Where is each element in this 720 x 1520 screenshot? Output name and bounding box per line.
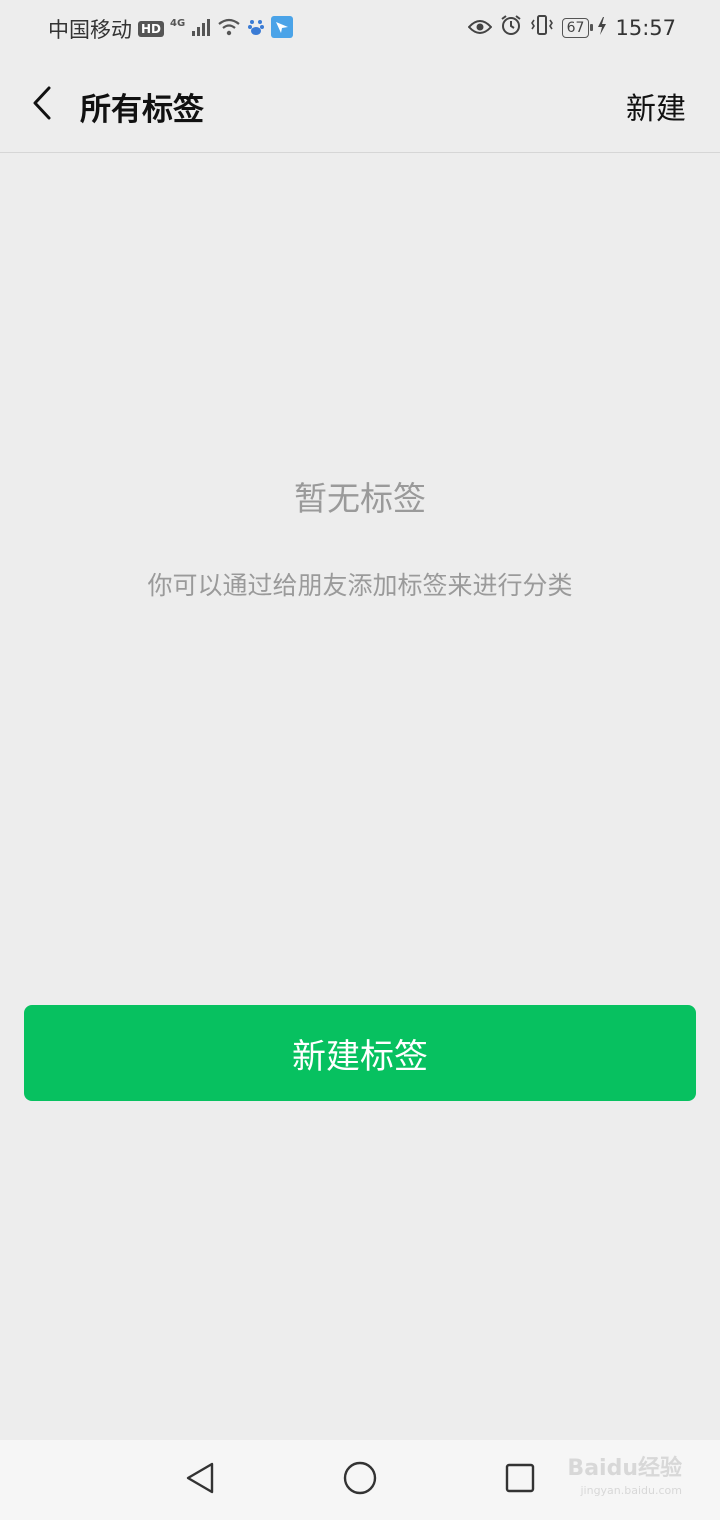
app-notification-icon <box>271 15 294 43</box>
system-navigation-bar <box>0 1440 720 1520</box>
wifi-icon <box>217 17 241 41</box>
hd-badge: HD <box>138 21 165 37</box>
alarm-icon <box>500 14 522 41</box>
create-tag-button[interactable]: 新建标签 <box>24 1005 696 1101</box>
signal-icon <box>191 17 211 41</box>
status-right: 67 15:57 <box>467 14 676 41</box>
clock-time: 15:57 <box>615 15 676 40</box>
network-type: 4G <box>170 17 186 29</box>
back-button[interactable] <box>22 80 62 130</box>
vibrate-icon <box>530 14 554 41</box>
nav-recents-button[interactable] <box>500 1460 540 1500</box>
charging-icon <box>597 16 607 40</box>
baidu-app-icon <box>247 17 265 42</box>
eye-icon <box>467 16 492 40</box>
empty-state-title: 暂无标签 <box>294 479 426 518</box>
battery-indicator: 67 <box>561 17 594 38</box>
triangle-back-icon <box>184 1461 216 1499</box>
page-title: 所有标签 <box>80 92 204 128</box>
empty-state-description: 你可以通过给朋友添加标签来进行分类 <box>147 571 573 600</box>
nav-header: 所有标签 新建 <box>0 58 720 153</box>
new-tag-link[interactable]: 新建 <box>626 84 686 128</box>
nav-home-button[interactable] <box>340 1460 380 1500</box>
nav-back-button[interactable] <box>180 1460 220 1500</box>
status-left: 中国移动 HD 4G <box>48 14 294 44</box>
carrier-name: 中国移动 <box>48 18 132 42</box>
chevron-left-icon <box>31 85 53 125</box>
square-recents-icon <box>504 1462 536 1498</box>
status-bar: 中国移动 HD 4G 67 15:57 <box>0 0 720 58</box>
circle-home-icon <box>342 1460 378 1500</box>
